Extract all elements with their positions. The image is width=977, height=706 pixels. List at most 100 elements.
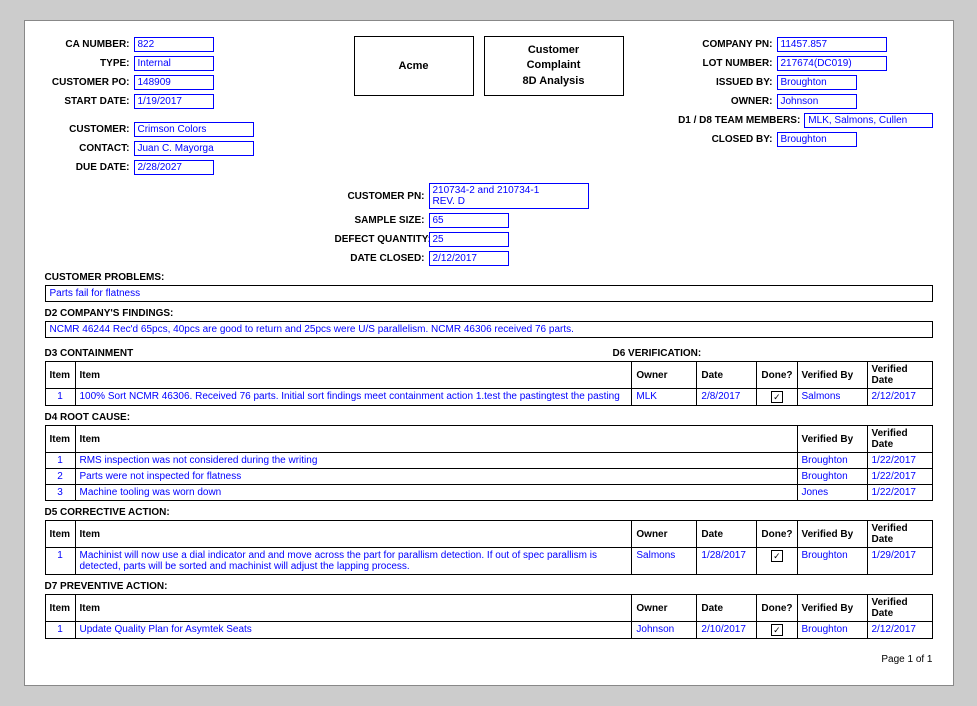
d5-verdate: 1/29/2017 [867,548,932,575]
d4-desc: Parts were not inspected for flatness [75,469,797,485]
owner-value: Johnson [777,94,857,109]
d4-verby: Broughton [797,453,867,469]
sample-size-row: SAMPLE SIZE: 65 [335,212,643,228]
due-date-label: DUE DATE: [45,162,130,173]
d3-col-verdate: Verified Date [867,362,932,389]
d5-col-owner: Owner [632,521,697,548]
header-right: COMPANY PN: 11457.857 LOT NUMBER: 217674… [653,36,933,147]
d4-verdate: 1/22/2017 [867,485,932,501]
d2-findings-text: NCMR 46244 Rec'd 65pcs, 40pcs are good t… [45,321,933,338]
start-date-label: START DATE: [45,96,130,107]
date-closed-label: DATE CLOSED: [335,253,425,264]
issued-by-value: Broughton [777,75,857,90]
customer-po-value: 148909 [134,75,214,90]
page: CA NUMBER: 822 TYPE: Internal CUSTOMER P… [24,20,954,686]
title-text: CustomerComplaint8D Analysis [523,43,585,89]
owner-label: OWNER: [653,96,773,107]
due-date-value: 2/28/2027 [134,160,214,175]
d7-item: 1 [45,622,75,639]
d2-findings-title: D2 COMPANY'S FINDINGS: [45,308,933,319]
d7-col-done: Done? [757,595,797,622]
table-row: 3 Machine tooling was worn down Jones 1/… [45,485,932,501]
d3-verdate: 2/12/2017 [867,389,932,406]
d4-col-verdate: Verified Date [867,426,932,453]
d5-table: Item Item Owner Date Done? Verified By V… [45,520,933,575]
defect-qty-label: DEFECT QUANTITY: [335,234,425,245]
page-number: Page 1 of 1 [45,654,933,665]
contact-label: CONTACT: [45,143,130,154]
owner-row: OWNER: Johnson [653,93,933,109]
d3-item: 1 [45,389,75,406]
d7-owner: Johnson [632,622,697,639]
d4-col-desc: Item [75,426,797,453]
date-closed-value: 2/12/2017 [429,251,509,266]
customer-pn-label: CUSTOMER PN: [335,191,425,202]
d5-col-date: Date [697,521,757,548]
d4-verby: Broughton [797,469,867,485]
lot-number-value: 217674(DC019) [777,56,887,71]
d4-desc: RMS inspection was not considered during… [75,453,797,469]
type-row: TYPE: Internal [45,55,325,71]
d4-table: Item Item Verified By Verified Date 1 RM… [45,425,933,501]
d4-item: 3 [45,485,75,501]
d5-col-done: Done? [757,521,797,548]
d7-col-desc: Item [75,595,632,622]
d3-col-desc: Item [75,362,632,389]
customer-problems-title: CUSTOMER PROBLEMS: [45,272,933,283]
d5-owner: Salmons [632,548,697,575]
d4-root-cause-title: D4 ROOT CAUSE: [45,412,933,423]
d5-col-desc: Item [75,521,632,548]
d5-item: 1 [45,548,75,575]
issued-by-label: ISSUED BY: [653,77,773,88]
team-members-value: MLK, Salmons, Cullen [804,113,932,128]
d4-item: 2 [45,469,75,485]
customer-value: Crimson Colors [134,122,254,137]
d3-col-date: Date [697,362,757,389]
date-closed-row: DATE CLOSED: 2/12/2017 [335,250,643,266]
customer-po-row: CUSTOMER PO: 148909 [45,74,325,90]
header-center: Acme CustomerComplaint8D Analysis [325,36,653,96]
sample-size-value: 65 [429,213,509,228]
d7-desc: Update Quality Plan for Asymtek Seats [75,622,632,639]
closed-by-label: CLOSED BY: [653,134,773,145]
type-value: Internal [134,56,214,71]
d3-table: Item Item Owner Date Done? Verified By V… [45,361,933,406]
d7-col-item: Item [45,595,75,622]
d7-col-owner: Owner [632,595,697,622]
d7-verby: Broughton [797,622,867,639]
d4-desc: Machine tooling was worn down [75,485,797,501]
d4-col-verby: Verified By [797,426,867,453]
customer-row: CUSTOMER: Crimson Colors [45,121,325,137]
d5-col-verby: Verified By [797,521,867,548]
closed-by-value: Broughton [777,132,857,147]
d7-col-verby: Verified By [797,595,867,622]
d7-table: Item Item Owner Date Done? Verified By V… [45,594,933,639]
table-row: 1 Update Quality Plan for Asymtek Seats … [45,622,932,639]
contact-row: CONTACT: Juan C. Mayorga [45,140,325,156]
table-row: 1 RMS inspection was not considered duri… [45,453,932,469]
contact-value: Juan C. Mayorga [134,141,254,156]
d5-col-verdate: Verified Date [867,521,932,548]
d4-verdate: 1/22/2017 [867,453,932,469]
d7-col-date: Date [697,595,757,622]
customer-problems-text: Parts fail for flatness [45,285,933,302]
defect-qty-row: DEFECT QUANTITY: 25 [335,231,643,247]
closed-by-row: CLOSED BY: Broughton [653,131,933,147]
ca-number-value: 822 [134,37,214,52]
d7-col-verdate: Verified Date [867,595,932,622]
d4-item: 1 [45,453,75,469]
d6-verification-title: D6 VERIFICATION: [613,348,933,359]
d5-date: 1/28/2017 [697,548,757,575]
sample-size-label: SAMPLE SIZE: [335,215,425,226]
d3-col-item: Item [45,362,75,389]
d7-done [757,622,797,639]
middle-fields-row: CUSTOMER PN: 210734-2 and 210734-1 REV. … [45,183,933,266]
table-row: 1 Machinist will now use a dial indicato… [45,548,932,575]
start-date-value: 1/19/2017 [134,94,214,109]
issued-by-row: ISSUED BY: Broughton [653,74,933,90]
table-row: 2 Parts were not inspected for flatness … [45,469,932,485]
d7-date: 2/10/2017 [697,622,757,639]
header-left: CA NUMBER: 822 TYPE: Internal CUSTOMER P… [45,36,325,175]
d3-verby: Salmons [797,389,867,406]
d5-desc: Machinist will now use a dial indicator … [75,548,632,575]
